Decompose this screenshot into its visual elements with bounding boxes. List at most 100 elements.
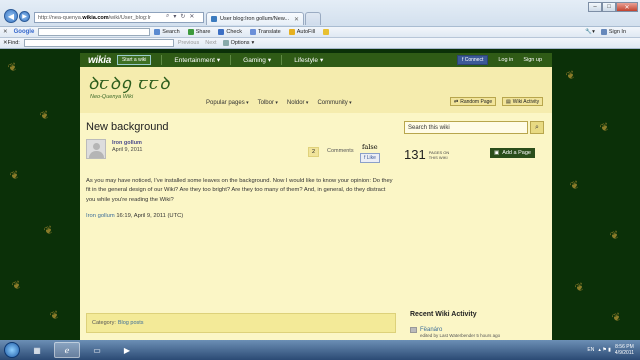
leaf-icon: ❦: [6, 60, 20, 76]
close-tab-icon[interactable]: ✕: [294, 16, 299, 23]
minimize-icon[interactable]: –: [588, 2, 602, 12]
forward-icon[interactable]: ▶: [19, 11, 30, 22]
check-button[interactable]: Check: [218, 29, 242, 35]
leaf-icon: ❦: [10, 278, 24, 294]
clock[interactable]: 8:56 PM 4/9/2011: [615, 344, 634, 356]
explorer-icon[interactable]: ▦: [24, 342, 50, 358]
signup-link[interactable]: Sign up: [523, 57, 542, 63]
find-next-button[interactable]: Next: [205, 40, 216, 46]
translate-label: Translate: [258, 29, 281, 35]
wiki-activity-button[interactable]: ▤ Wiki Activity: [502, 97, 544, 106]
internet-explorer-icon[interactable]: ℯ: [54, 342, 80, 358]
check-label: Check: [226, 29, 242, 35]
edit-icon: [410, 327, 417, 333]
find-previous-button[interactable]: Previous: [178, 40, 199, 46]
comments-link[interactable]: Comments: [327, 148, 354, 154]
nav-tolbor[interactable]: Tolbor: [258, 100, 278, 106]
language-indicator[interactable]: EN: [587, 347, 594, 353]
share-button[interactable]: Share: [187, 29, 211, 35]
recent-activity-item: Fëanáro edited by Last Waterbender 5 hou…: [410, 327, 500, 339]
google-search-input[interactable]: [38, 28, 151, 36]
back-icon[interactable]: ◀: [4, 9, 18, 23]
browser-chrome: ◀ ▶ http://nea-quenya. wikia.com/wiki/Use…: [0, 0, 640, 27]
pages-count-label: PAGES ON THIS WIKI: [429, 150, 450, 160]
tab-active[interactable]: User blog:Iron gollum/New... ✕: [206, 12, 304, 25]
category-bar: Category: Blog posts: [86, 313, 396, 333]
translate-icon: [250, 29, 256, 35]
wiki-content: ꝺꞇꝺꝯ ꞇꞇꝺ Neo-Quenya Wiki Popular pages T…: [80, 67, 552, 340]
nav-popular-pages[interactable]: Popular pages: [206, 100, 249, 106]
search-button[interactable]: ⌕: [530, 121, 544, 134]
wiki-nav: Popular pages Tolbor Noldor Community: [206, 100, 352, 106]
recent-item-meta: edited by Last Waterbender 5 hours ago: [420, 333, 501, 338]
author-name[interactable]: Iron gollum: [112, 140, 142, 146]
leaf-icon: ❦: [8, 168, 22, 184]
user-icon: [600, 29, 607, 35]
category-link[interactable]: Blog posts: [118, 320, 144, 326]
start-wiki-button[interactable]: Start a wiki: [116, 55, 152, 65]
autofill-button[interactable]: AutoFill: [288, 29, 315, 35]
avatar[interactable]: [86, 139, 106, 159]
author-row: Iron gollum April 9, 2011 2 Comments fal…: [86, 139, 396, 169]
divider: [230, 55, 232, 65]
add-page-label: Add a Page: [502, 150, 531, 156]
window-buttons: – □ ✕: [588, 2, 638, 12]
hub-label: Entertainment: [174, 56, 215, 64]
login-link[interactable]: Log in: [498, 57, 513, 63]
dropdown-icon[interactable]: ▾: [173, 13, 176, 20]
close-window-icon[interactable]: ✕: [616, 2, 638, 12]
avatar-head: [93, 143, 100, 150]
leaf-icon: ❦: [48, 308, 62, 324]
activity-icon: ▤: [506, 98, 511, 105]
random-page-button[interactable]: ⇄ Random Page: [450, 97, 497, 106]
leaf-icon: ❦: [568, 178, 582, 194]
tray-icons[interactable]: ▴ ⚑ ▮: [598, 347, 611, 353]
add-page-button[interactable]: ▣ Add a Page: [490, 148, 535, 158]
sign-in-button[interactable]: Sign In: [600, 29, 626, 35]
hub-gaming[interactable]: Gaming ▾: [243, 56, 271, 65]
google-toolbar: ✕ Google Search Share Check Translate Au…: [0, 27, 640, 38]
pencil-button[interactable]: [323, 29, 330, 35]
leaf-icon: ❦: [38, 108, 52, 124]
random-page-label: Random Page: [460, 98, 493, 105]
pages-count-number: 131: [404, 147, 426, 162]
address-prefix: http://nea-quenya.: [38, 14, 83, 21]
search-icon: [154, 29, 161, 35]
refresh-icon[interactable]: ↻: [180, 13, 185, 20]
page-title: New background: [86, 121, 169, 133]
options-label: Options: [230, 40, 250, 46]
close-toolbar-icon[interactable]: ✕: [3, 29, 8, 35]
facebook-connect-button[interactable]: f Connect: [456, 55, 489, 65]
hub-lifestyle[interactable]: Lifestyle ▾: [294, 56, 323, 65]
stop-icon[interactable]: ✕: [189, 13, 194, 20]
hub-label: Lifestyle: [294, 56, 319, 64]
signature-time: 16:19, April 9, 2011 (UTC): [116, 213, 184, 220]
autofill-icon: [288, 29, 295, 35]
article-body: As you may have noticed, I've installed …: [86, 178, 393, 203]
start-button[interactable]: [4, 342, 20, 358]
facebook-like-button[interactable]: f Like: [360, 153, 380, 163]
maximize-icon[interactable]: □: [602, 2, 616, 12]
signature-user-link[interactable]: Iron gollum: [86, 213, 115, 219]
wrench-icon[interactable]: 🔧▾: [585, 29, 595, 35]
find-input[interactable]: [23, 39, 174, 47]
address-icons: ⌕ ▾ ↻ ✕: [166, 13, 194, 20]
wiki-logo[interactable]: ꝺꞇꝺꝯ ꞇꞇꝺ: [88, 71, 171, 94]
wikia-logo[interactable]: wikia: [88, 55, 111, 66]
hub-entertainment[interactable]: Entertainment ▾: [174, 56, 220, 65]
translate-button[interactable]: Translate: [250, 29, 281, 35]
media-player-icon[interactable]: ▶: [114, 342, 140, 358]
find-options-button[interactable]: Options ▾: [222, 40, 254, 46]
comment-count-badge[interactable]: 2: [308, 147, 320, 157]
share-label: Share: [195, 29, 211, 35]
search-button[interactable]: Search: [154, 29, 180, 35]
folder-icon[interactable]: ▭: [84, 342, 110, 358]
wiki-search-input[interactable]: Search this wiki: [404, 121, 528, 134]
pages-label-line2: THIS WIKI: [428, 154, 448, 160]
new-tab[interactable]: [305, 12, 321, 25]
recent-activity-title: Recent Wiki Activity: [410, 311, 477, 318]
search-icon[interactable]: ⌕: [166, 13, 169, 20]
nav-community[interactable]: Community: [317, 100, 351, 106]
pencil-icon: [323, 29, 330, 35]
nav-noldor[interactable]: Noldor: [287, 100, 309, 106]
